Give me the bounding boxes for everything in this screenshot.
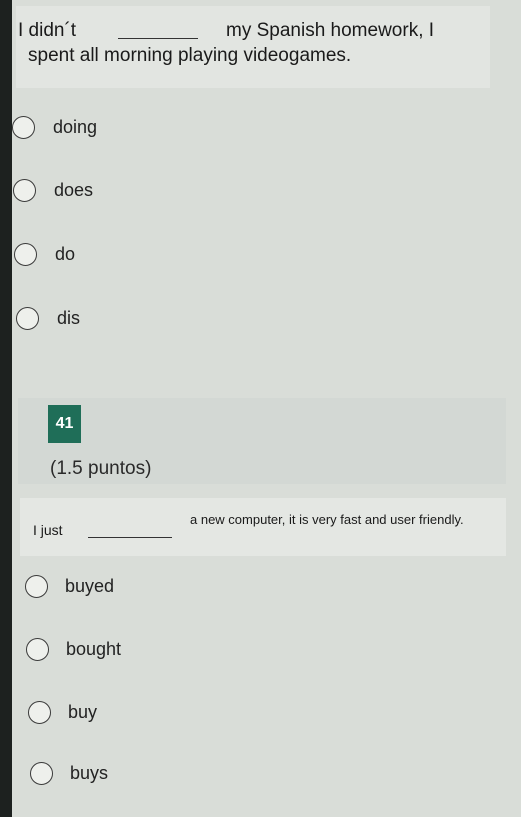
answer-blank xyxy=(118,38,198,39)
radio-button[interactable] xyxy=(25,575,48,598)
question-number-badge: 41 xyxy=(48,405,81,443)
radio-button[interactable] xyxy=(16,307,39,330)
radio-button[interactable] xyxy=(28,701,51,724)
option-label: do xyxy=(55,244,76,264)
question-text-end: spent all morning playing videogames. xyxy=(28,45,352,66)
option-label: buys xyxy=(70,763,109,783)
question-prompt-box xyxy=(20,498,506,556)
option-label: buy xyxy=(68,702,98,722)
radio-button[interactable] xyxy=(14,243,37,266)
answer-blank xyxy=(88,537,172,538)
question-text-start: I didn´t xyxy=(18,20,77,41)
option-label: does xyxy=(54,180,94,200)
radio-button[interactable] xyxy=(30,762,53,785)
option-label: doing xyxy=(53,117,98,137)
question-text-start: I just xyxy=(33,522,63,538)
question-points: (1.5 puntos) xyxy=(50,458,152,479)
question-text-middle: my Spanish homework, I xyxy=(226,20,435,41)
option-label: buyed xyxy=(65,576,115,596)
radio-button[interactable] xyxy=(12,116,35,139)
option-label: dis xyxy=(57,308,81,328)
radio-button[interactable] xyxy=(26,638,49,661)
question-text-end: a new computer, it is very fast and user… xyxy=(190,512,464,527)
radio-button[interactable] xyxy=(13,179,36,202)
option-label: bought xyxy=(66,639,122,659)
